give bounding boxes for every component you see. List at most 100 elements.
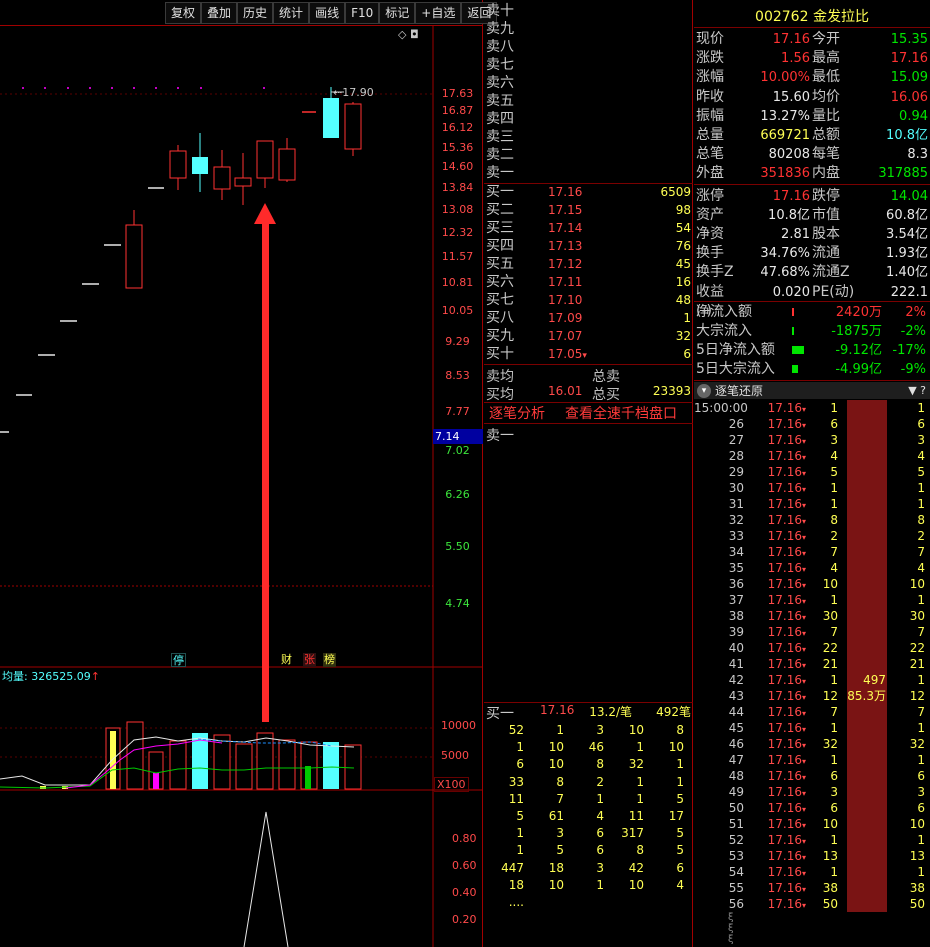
tick-count: 7 — [917, 625, 925, 639]
sell-level-row[interactable]: 卖二 — [486, 147, 691, 164]
tick-large-order — [838, 704, 886, 720]
buy-level-row[interactable]: 买三 17.14 54 — [486, 220, 691, 237]
tick-price: 17.16▾ — [767, 497, 806, 511]
buy-level-row[interactable]: 买六 17.11 16 — [486, 274, 691, 291]
tick-time: 37 — [728, 593, 744, 607]
quote-row: 换手Z 47.68% 流通Z 1.40亿 — [696, 263, 928, 282]
quote-value: 60.8亿 — [886, 207, 928, 223]
queue-row: 447 18 3 42 6 — [484, 860, 693, 877]
tick-list[interactable]: 15:00:00 17.16▾ 1 1 26 17.16▾ 6 6 27 17.16▾ 3 3 28 17… — [694, 400, 930, 912]
tick-volume: 6 — [830, 801, 838, 815]
flow-bar — [792, 341, 806, 360]
tab-full-depth[interactable]: 查看全速千档盘口 — [545, 403, 677, 423]
tick-row: 50 17.16▾ 6 6 — [694, 800, 930, 816]
buy-level-row[interactable]: 买八 17.09 1 — [486, 310, 691, 327]
volume-average-label: 均量: 326525.09↑ — [2, 670, 100, 683]
tick-volume: 1 — [830, 865, 838, 879]
quote-label: 涨跌 — [696, 50, 724, 67]
price-tick: 11.57 — [441, 250, 474, 263]
sell-level-row[interactable]: 卖七 — [486, 57, 691, 74]
limit-up-tag[interactable]: 张 — [303, 653, 316, 667]
sell-level-row[interactable]: 卖四 — [486, 111, 691, 128]
billboard-tag[interactable]: 榜 — [323, 653, 336, 667]
quote-panel: 002762 金发拉比 现价 17.16 今开 15.35 涨跌 1.56 最高 17.16 涨… — [694, 0, 930, 381]
level-price: 17.05▾ — [548, 347, 587, 361]
tick-price: 17.16▾ — [767, 545, 806, 559]
quote-label: 振幅 — [696, 107, 724, 124]
filter-help-icons[interactable]: ▼ ? — [908, 384, 926, 397]
tick-count: 10 — [909, 817, 925, 831]
tick-volume: 3 — [830, 785, 838, 799]
buy-level-row[interactable]: 买一 17.16 6509 — [486, 184, 691, 201]
signal-dots — [22, 87, 265, 89]
queue-cell: 10 — [548, 877, 564, 892]
tick-time: 34 — [728, 545, 744, 559]
tick-row: 29 17.16▾ 5 5 — [694, 464, 930, 480]
buy-level-row[interactable]: 买九 17.07 32 — [486, 328, 691, 345]
tick-time: 56 — [728, 897, 744, 911]
queue-cell: 3 — [556, 826, 564, 841]
quote-value: 10.00% — [760, 70, 810, 86]
queue-cell: 10 — [548, 740, 564, 755]
queue-cell: 10 — [548, 757, 564, 772]
queue-cell: 6 — [516, 757, 524, 772]
tick-count: 1 — [917, 673, 925, 687]
indicator-tick: 0.40 — [452, 886, 477, 899]
tick-row: 55 17.16▾ 38 38 — [694, 880, 930, 896]
flow-percent: -9% — [900, 362, 926, 377]
tick-large-order — [838, 496, 886, 512]
sell-level-row[interactable]: 卖三 — [486, 129, 691, 146]
buy-level-row[interactable]: 买二 17.15 98 — [486, 202, 691, 219]
chevron-down-icon[interactable]: ▾ — [697, 383, 711, 398]
sell-level-row[interactable]: 卖五 — [486, 93, 691, 110]
tick-count: 6 — [917, 801, 925, 815]
tick-large-order — [838, 480, 886, 496]
price-tick: 12.32 — [441, 226, 474, 239]
tick-row: 48 17.16▾ 6 6 — [694, 768, 930, 784]
price-tick: 14.60 — [441, 160, 474, 173]
suspend-tag[interactable]: 停 — [171, 653, 186, 667]
tick-row: 27 17.16▾ 3 3 — [694, 432, 930, 448]
price-tick: 13.84 — [441, 181, 474, 194]
buy-level-row[interactable]: 买五 17.12 45 — [486, 256, 691, 273]
sell-level-row[interactable]: 卖九 — [486, 21, 691, 38]
tick-price: 17.16▾ — [767, 673, 806, 687]
tab-tick-analysis[interactable]: 逐笔分析 — [484, 403, 545, 423]
capital-flow-row: 大宗流入 -1875万 -2% — [696, 322, 928, 341]
buy-level-row[interactable]: 买十 17.05▾ 6 — [486, 346, 691, 363]
flow-value: -1875万 — [831, 324, 882, 339]
price-tick: 7.02 — [445, 444, 470, 457]
stock-title[interactable]: 002762 金发拉比 — [694, 6, 930, 26]
queue-cell: 1 — [636, 791, 644, 806]
quote-value: 17.16 — [890, 51, 928, 67]
level-label: 买三 — [486, 220, 514, 236]
level-price: 17.10 — [548, 293, 583, 307]
flow-percent: -17% — [892, 343, 926, 358]
sell-level-row[interactable]: 卖一 — [486, 165, 691, 182]
buy-level-row[interactable]: 买七 17.10 48 — [486, 292, 691, 309]
tick-count: 12 — [909, 689, 925, 703]
buy-level-row[interactable]: 买四 17.13 76 — [486, 238, 691, 255]
kline-chart[interactable] — [0, 0, 483, 947]
tick-volume: 7 — [830, 545, 838, 559]
level-label: 卖四 — [486, 111, 514, 127]
quote-value: 47.68% — [760, 265, 810, 281]
quote-value: 14.04 — [890, 188, 928, 204]
price-tick: 4.74 — [445, 597, 470, 610]
quote-row: 外盘 351836 内盘 317885 — [696, 164, 928, 183]
queue-row: .... — [484, 894, 693, 911]
tick-count: 1 — [917, 721, 925, 735]
tick-price: 17.16▾ — [767, 881, 806, 895]
sell-level-row[interactable]: 卖六 — [486, 75, 691, 92]
tick-price: 17.16▾ — [767, 449, 806, 463]
queue-cell: 61 — [548, 808, 564, 823]
order-book-tabs: 逐笔分析 查看全速千档盘口 — [484, 403, 693, 423]
sell-level-row[interactable]: 卖八 — [486, 39, 691, 56]
quote-row: 现价 17.16 今开 15.35 — [696, 30, 928, 49]
tick-price: 17.16▾ — [767, 801, 806, 815]
tick-large-order — [838, 800, 886, 816]
kline-chart-panel[interactable]: 复权 叠加 历史 统计 画线 F10 标记 +自选 返回 ◇ ◘ 17.63 1… — [0, 0, 498, 947]
finance-tag[interactable]: 财 — [280, 653, 293, 667]
sell-level-row[interactable]: 卖十 — [486, 3, 691, 20]
level-label: 卖九 — [486, 21, 514, 37]
